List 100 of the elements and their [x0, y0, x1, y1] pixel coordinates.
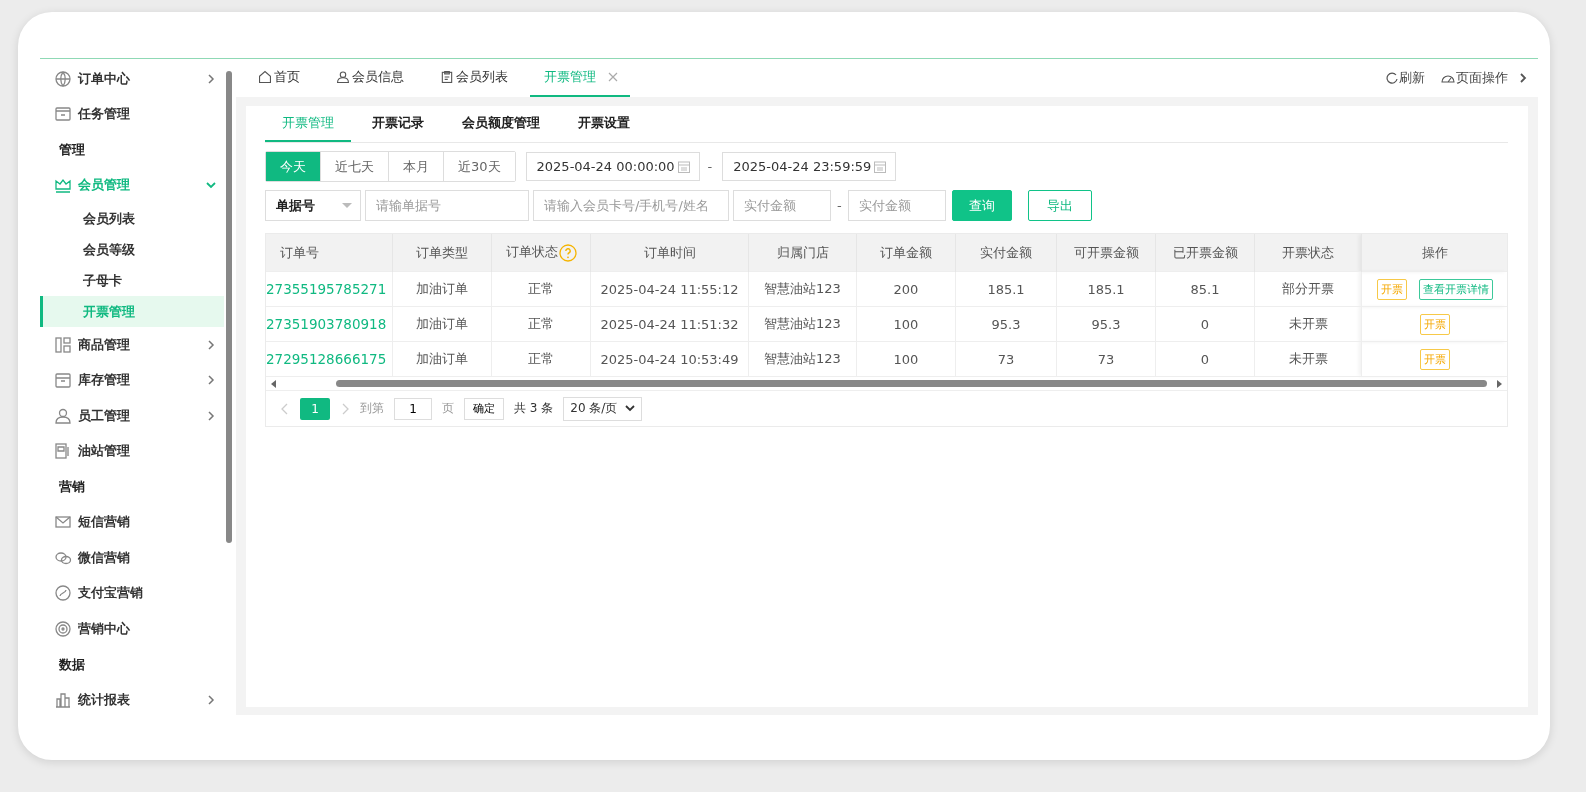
table-cell: 0 [1200, 351, 1210, 367]
globe-icon [54, 69, 72, 88]
pump-icon [54, 442, 72, 461]
table-cell: 智慧油站123 [764, 281, 841, 296]
sidebar-item[interactable]: 订单中心 [40, 61, 222, 97]
amount-max-field[interactable]: 实付金额 [847, 190, 946, 221]
field-select[interactable]: 单据号 [265, 190, 361, 221]
horizontal-scrollbar[interactable] [266, 376, 1507, 390]
column-header: 实付金额 [980, 244, 1032, 260]
sidebar-item[interactable]: 支付宝营销 [40, 575, 222, 611]
column-header: 订单号 [280, 244, 319, 260]
range-dash: - [836, 198, 843, 213]
calendar-icon [676, 159, 691, 174]
column-header: 订单类型 [416, 244, 468, 260]
table-cell: 200 [893, 281, 919, 297]
sidebar-section-title: 数据 [58, 655, 86, 674]
table-cell: 正常 [528, 351, 554, 366]
gauge-icon [1441, 72, 1455, 84]
sub-tab[interactable]: 开票记录 [355, 106, 441, 142]
calendar-icon [873, 159, 888, 174]
column-header: 订单状态 [505, 244, 558, 260]
table-cell: 未开票 [1288, 351, 1328, 366]
box-icon [54, 371, 72, 390]
person-icon [336, 70, 350, 84]
date-field[interactable]: 2025-04-24 23:59:59 [722, 152, 897, 181]
amount-min-field[interactable]: 实付金额 [733, 190, 831, 221]
total-count: 共 3 条 [514, 400, 554, 417]
table-cell: 73 [997, 351, 1015, 367]
goto-label: 到第 [360, 400, 384, 417]
table-cell: 未开票 [1288, 316, 1328, 331]
column-header: 操作 [1421, 244, 1448, 260]
table-cell: 正常 [528, 316, 554, 331]
table-cell: 73 [1097, 351, 1115, 367]
table-cell: 0 [1200, 316, 1210, 332]
target-icon [54, 619, 72, 638]
table-cell: 100 [893, 351, 919, 367]
grid-icon [54, 335, 72, 354]
page-actions-button[interactable]: 页面操作 [1433, 59, 1516, 97]
sub-tab[interactable]: 会员额度管理 [445, 106, 557, 142]
page-size-select[interactable]: 20 条/页 [563, 396, 643, 421]
table-cell: 加油订单 [416, 281, 468, 296]
swirl-icon [54, 584, 72, 603]
sidebar-item[interactable]: 库存管理 [40, 362, 222, 398]
page-input[interactable]: 1 [394, 397, 432, 420]
sidebar-section-title: 营销 [58, 478, 86, 496]
table-cell: 2025-04-24 11:55:12 [600, 281, 739, 297]
table-cell: 2025-04-24 11:51:32 [600, 316, 739, 332]
table-cell: 185.1 [987, 281, 1025, 297]
date-range-button[interactable]: 近30天 [443, 152, 515, 181]
caret-icon [342, 202, 352, 209]
table-cell: 95.3 [1091, 316, 1121, 332]
refresh-button[interactable]: 刷新 [1378, 59, 1433, 97]
table-cell: 185.1 [1087, 281, 1125, 297]
table-cell: 部分开票 [1282, 281, 1334, 296]
order-number-field[interactable]: 请输单据号 [365, 190, 529, 221]
member-search-field[interactable]: 请输入会员卡号/手机号/姓名 [533, 190, 729, 221]
table-cell: 正常 [528, 281, 554, 296]
page-tab[interactable]: 会员列表 [426, 59, 520, 97]
confirm-button[interactable]: 确定 [464, 397, 504, 420]
sidebar-item[interactable]: 油站管理 [40, 433, 222, 469]
table-cell: 85.1 [1190, 281, 1220, 297]
clipboard-icon [440, 70, 454, 84]
column-header: 已开票金额 [1172, 244, 1238, 260]
page-tab[interactable]: 会员信息 [322, 59, 416, 97]
table-cell: 95.3 [991, 316, 1021, 332]
scroll-left-icon[interactable] [270, 379, 278, 388]
column-header: 订单时间 [643, 244, 696, 260]
page-unit-label: 页 [442, 400, 454, 417]
sidebar-section-title: 管理 [58, 141, 86, 159]
sidebar-item[interactable]: 商品管理 [40, 327, 222, 363]
sidebar-item[interactable]: 任务管理 [40, 96, 222, 132]
sidebar-item[interactable]: 短信营销 [40, 504, 222, 540]
table-cell: 100 [893, 316, 919, 332]
range-dash: - [706, 159, 714, 174]
table-cell: 智慧油站123 [764, 316, 841, 331]
sidebar-subitem[interactable]: 会员等级 [40, 234, 224, 265]
close-icon[interactable] [608, 72, 618, 82]
scroll-right-icon[interactable] [1495, 379, 1503, 388]
person-icon [54, 406, 72, 425]
sub-tab[interactable]: 开票设置 [561, 106, 647, 142]
bars-icon [54, 690, 72, 709]
refresh-icon [1386, 72, 1398, 84]
table-cell: 加油订单 [416, 351, 468, 366]
table-cell: 智慧油站123 [764, 351, 841, 366]
calendar-icon [54, 105, 72, 124]
column-header: 订单金额 [880, 244, 932, 260]
sidebar-subitem[interactable]: 子母卡 [40, 265, 224, 296]
chevron-down-icon [625, 405, 636, 412]
home-icon [258, 70, 272, 84]
column-header: 可开票金额 [1073, 244, 1139, 260]
page-tab[interactable]: 首页 [244, 59, 312, 97]
date-field[interactable]: 2025-04-24 00:00:00 [525, 152, 700, 181]
sidebar-item[interactable]: 营销中心 [40, 611, 222, 647]
sidebar-item[interactable]: 员工管理 [40, 398, 222, 434]
column-header: 归属门店 [776, 244, 829, 260]
chevron-right-icon[interactable] [1518, 72, 1528, 84]
sidebar-item[interactable]: 微信营销 [40, 540, 222, 576]
column-header: 开票状态 [1282, 244, 1334, 260]
sidebar-subitem[interactable]: 会员列表 [40, 203, 224, 234]
sidebar-item[interactable]: 统计报表 [40, 682, 222, 718]
